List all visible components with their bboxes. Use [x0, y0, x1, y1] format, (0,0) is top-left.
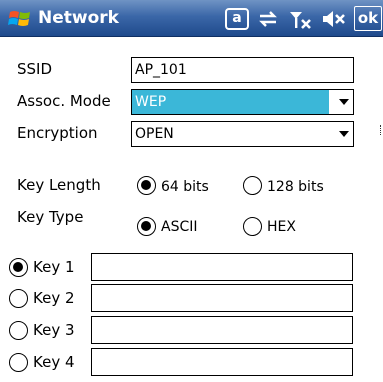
encryption-label: Encryption: [17, 124, 98, 142]
key-4-label: Key 4: [33, 353, 75, 371]
key-length-64-label: 64 bits: [161, 179, 209, 195]
key-2-input[interactable]: [91, 284, 353, 312]
key-3-input[interactable]: [91, 316, 353, 344]
window-title: Network: [38, 8, 119, 28]
windows-flag-icon[interactable]: [8, 8, 32, 30]
key-1-radio[interactable]: [9, 258, 28, 277]
key-type-label: Key Type: [17, 208, 84, 226]
key-length-label: Key Length: [17, 176, 101, 194]
key-4-input[interactable]: [91, 348, 353, 376]
encryption-select[interactable]: OPEN: [131, 121, 354, 147]
ok-button[interactable]: ok: [354, 6, 382, 31]
key-type-hex-radio[interactable]: [243, 217, 262, 236]
assoc-mode-value: WEP: [132, 90, 329, 114]
key-length-64-radio[interactable]: [137, 176, 156, 195]
key-type-ascii-label: ASCII: [161, 219, 198, 235]
encryption-value: OPEN: [135, 126, 174, 142]
volume-muted-icon[interactable]: [321, 9, 347, 29]
sync-icon[interactable]: [257, 9, 279, 29]
key-1-input[interactable]: [91, 253, 353, 281]
key-2-radio[interactable]: [9, 289, 28, 308]
chevron-down-icon: [339, 99, 349, 105]
assoc-mode-select[interactable]: WEP: [131, 89, 354, 115]
ssid-input[interactable]: AP_101: [131, 57, 354, 83]
chevron-down-icon: [339, 131, 349, 137]
title-bar: Network a ok: [0, 0, 383, 37]
key-4-radio[interactable]: [9, 353, 28, 372]
signal-icon[interactable]: [288, 9, 314, 29]
key-3-radio[interactable]: [9, 321, 28, 340]
assoc-mode-label: Assoc. Mode: [17, 92, 111, 110]
key-type-ascii-radio[interactable]: [137, 217, 156, 236]
key-3-label: Key 3: [33, 321, 75, 339]
ssid-label: SSID: [17, 60, 53, 78]
key-length-128-radio[interactable]: [243, 176, 262, 195]
input-mode-icon[interactable]: a: [225, 8, 249, 30]
key-length-128-label: 128 bits: [267, 179, 324, 195]
key-2-label: Key 2: [33, 289, 75, 307]
key-1-label: Key 1: [33, 258, 75, 276]
key-type-hex-label: HEX: [267, 219, 296, 235]
